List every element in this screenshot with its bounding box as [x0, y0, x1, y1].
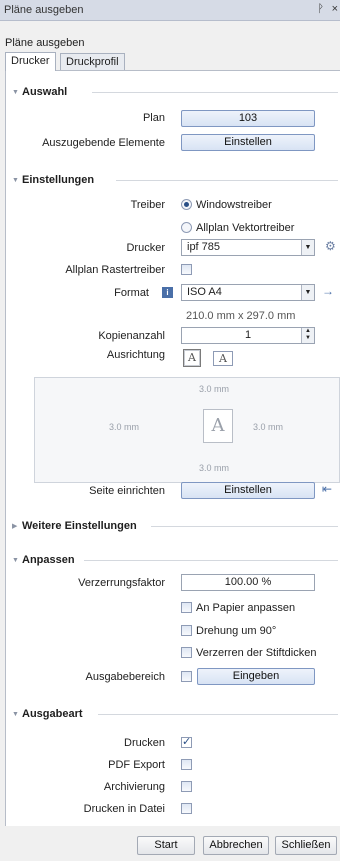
tab-drucker[interactable]: Drucker: [5, 52, 56, 71]
section-anpassen-label: Anpassen: [22, 554, 75, 566]
ausgabebereich-checkbox[interactable]: [181, 671, 192, 682]
spin-buttons[interactable]: ▲ ▼: [301, 328, 314, 343]
schliessen-button[interactable]: Schließen: [275, 836, 337, 855]
seite-einstellen-button[interactable]: Einstellen: [181, 482, 315, 499]
drucken-in-datei-label: Drucken in Datei: [83, 803, 165, 815]
margin-bottom: 3.0 mm: [199, 463, 230, 473]
abbrechen-button[interactable]: Abbrechen: [203, 836, 269, 855]
collapse-icon: ▼: [12, 176, 19, 184]
drucker-value: ipf 785: [187, 241, 221, 253]
verzerrung-label: Verzerrungsfaktor: [78, 577, 165, 589]
stiftdicken-label: Verzerren der Stiftdicken: [196, 647, 317, 659]
arrow-left-icon[interactable]: ⇤: [322, 482, 332, 496]
pdf-export-checkbox[interactable]: [181, 759, 192, 770]
portrait-orientation-button[interactable]: A: [183, 349, 201, 367]
kopien-label: Kopienanzahl: [98, 330, 165, 342]
drehung-checkbox[interactable]: [181, 625, 192, 636]
kopien-value: 1: [244, 329, 252, 341]
plan-button[interactable]: 103: [181, 110, 315, 127]
section-divider: [98, 714, 338, 715]
section-divider: [84, 560, 338, 561]
drehung-label: Drehung um 90°: [196, 625, 277, 637]
section-einstellungen-label: Einstellungen: [22, 174, 95, 186]
rastertreiber-checkbox[interactable]: [181, 264, 192, 275]
gear-icon[interactable]: ⚙: [325, 239, 336, 253]
drucker-select[interactable]: ipf 785 ▼: [181, 239, 315, 256]
elements-label: Auszugebende Elemente: [42, 137, 165, 149]
section-weitere-label: Weitere Einstellungen: [22, 520, 137, 532]
window-titlebar: Pläne ausgeben ᚹ ×: [0, 0, 340, 21]
format-size: 210.0 mm x 297.0 mm: [186, 310, 296, 322]
check-icon: ✓: [182, 736, 192, 748]
ausgabebereich-label: Ausgabebereich: [85, 671, 165, 683]
chevron-down-icon[interactable]: ▼: [301, 285, 314, 300]
drucker-label: Drucker: [126, 242, 165, 254]
collapse-icon: ▼: [12, 88, 19, 96]
window-title: Pläne ausgeben: [4, 4, 84, 16]
section-auswahl-label: Auswahl: [22, 86, 68, 98]
drucken-checkbox[interactable]: ✓: [181, 736, 192, 748]
verzerrung-input[interactable]: 100.00 %: [181, 574, 315, 591]
dialog-footer: Start Abbrechen Schließen: [0, 826, 340, 861]
section-ausgabeart[interactable]: ▼ Ausgabeart: [12, 708, 83, 720]
panel-title: Pläne ausgeben: [5, 37, 85, 49]
spin-down-icon[interactable]: ▼: [302, 335, 314, 342]
format-value: ISO A4: [187, 286, 222, 298]
eingeben-button[interactable]: Eingeben: [197, 668, 315, 685]
collapse-icon: ▼: [12, 556, 19, 564]
margin-left: 3.0 mm: [109, 422, 140, 432]
pin-icon[interactable]: ᚹ: [317, 3, 324, 15]
expand-icon: ▶: [12, 523, 18, 531]
papier-anpassen-label: An Papier anpassen: [196, 602, 296, 614]
seite-label: Seite einrichten: [89, 485, 165, 497]
stiftdicken-checkbox[interactable]: [181, 647, 192, 658]
section-divider: [116, 180, 338, 181]
radio-windowstreiber[interactable]: [181, 199, 192, 210]
kopien-stepper[interactable]: 1 ▲ ▼: [181, 327, 315, 344]
collapse-icon: ▼: [12, 710, 19, 718]
section-auswahl[interactable]: ▼ Auswahl: [12, 86, 67, 98]
format-label: Format: [114, 287, 149, 299]
plan-label: Plan: [142, 112, 165, 124]
start-button[interactable]: Start: [137, 836, 195, 855]
margin-top: 3.0 mm: [199, 384, 230, 394]
landscape-orientation-button[interactable]: A: [213, 351, 233, 366]
close-icon[interactable]: ×: [332, 3, 338, 15]
archivierung-label: Archivierung: [103, 781, 165, 793]
tab-druckprofil[interactable]: Druckprofil: [60, 53, 125, 70]
spin-up-icon[interactable]: ▲: [302, 328, 314, 335]
rastertreiber-label: Allplan Rastertreiber: [65, 264, 165, 276]
format-select[interactable]: ISO A4 ▼: [181, 284, 315, 301]
treiber-label: Treiber: [130, 199, 165, 211]
elements-einstellen-button[interactable]: Einstellen: [181, 134, 315, 151]
drucken-label: Drucken: [124, 737, 165, 749]
section-divider: [151, 526, 338, 527]
chevron-down-icon[interactable]: ▼: [301, 240, 314, 255]
papier-anpassen-checkbox[interactable]: [181, 602, 192, 613]
radio-vektortreiber[interactable]: [181, 222, 192, 233]
section-weitere-einstellungen[interactable]: ▶ Weitere Einstellungen: [12, 520, 137, 532]
ausrichtung-label: Ausrichtung: [106, 349, 165, 361]
pdf-export-label: PDF Export: [108, 759, 165, 771]
section-anpassen[interactable]: ▼ Anpassen: [12, 554, 75, 566]
page-preview: 3.0 mm 3.0 mm A 3.0 mm 3.0 mm: [34, 377, 340, 483]
section-einstellungen[interactable]: ▼ Einstellungen: [12, 174, 94, 186]
drucken-in-datei-checkbox[interactable]: [181, 803, 192, 814]
section-divider: [92, 92, 338, 93]
archivierung-checkbox[interactable]: [181, 781, 192, 792]
page-preview-glyph: A: [203, 409, 233, 443]
section-ausgabeart-label: Ausgabeart: [22, 708, 83, 720]
radio-windowstreiber-label: Windowstreiber: [196, 199, 272, 211]
margin-right: 3.0 mm: [253, 422, 284, 432]
info-icon[interactable]: i: [162, 287, 173, 298]
arrow-right-icon[interactable]: →: [322, 284, 334, 298]
radio-vektortreiber-label: Allplan Vektortreiber: [196, 222, 295, 234]
